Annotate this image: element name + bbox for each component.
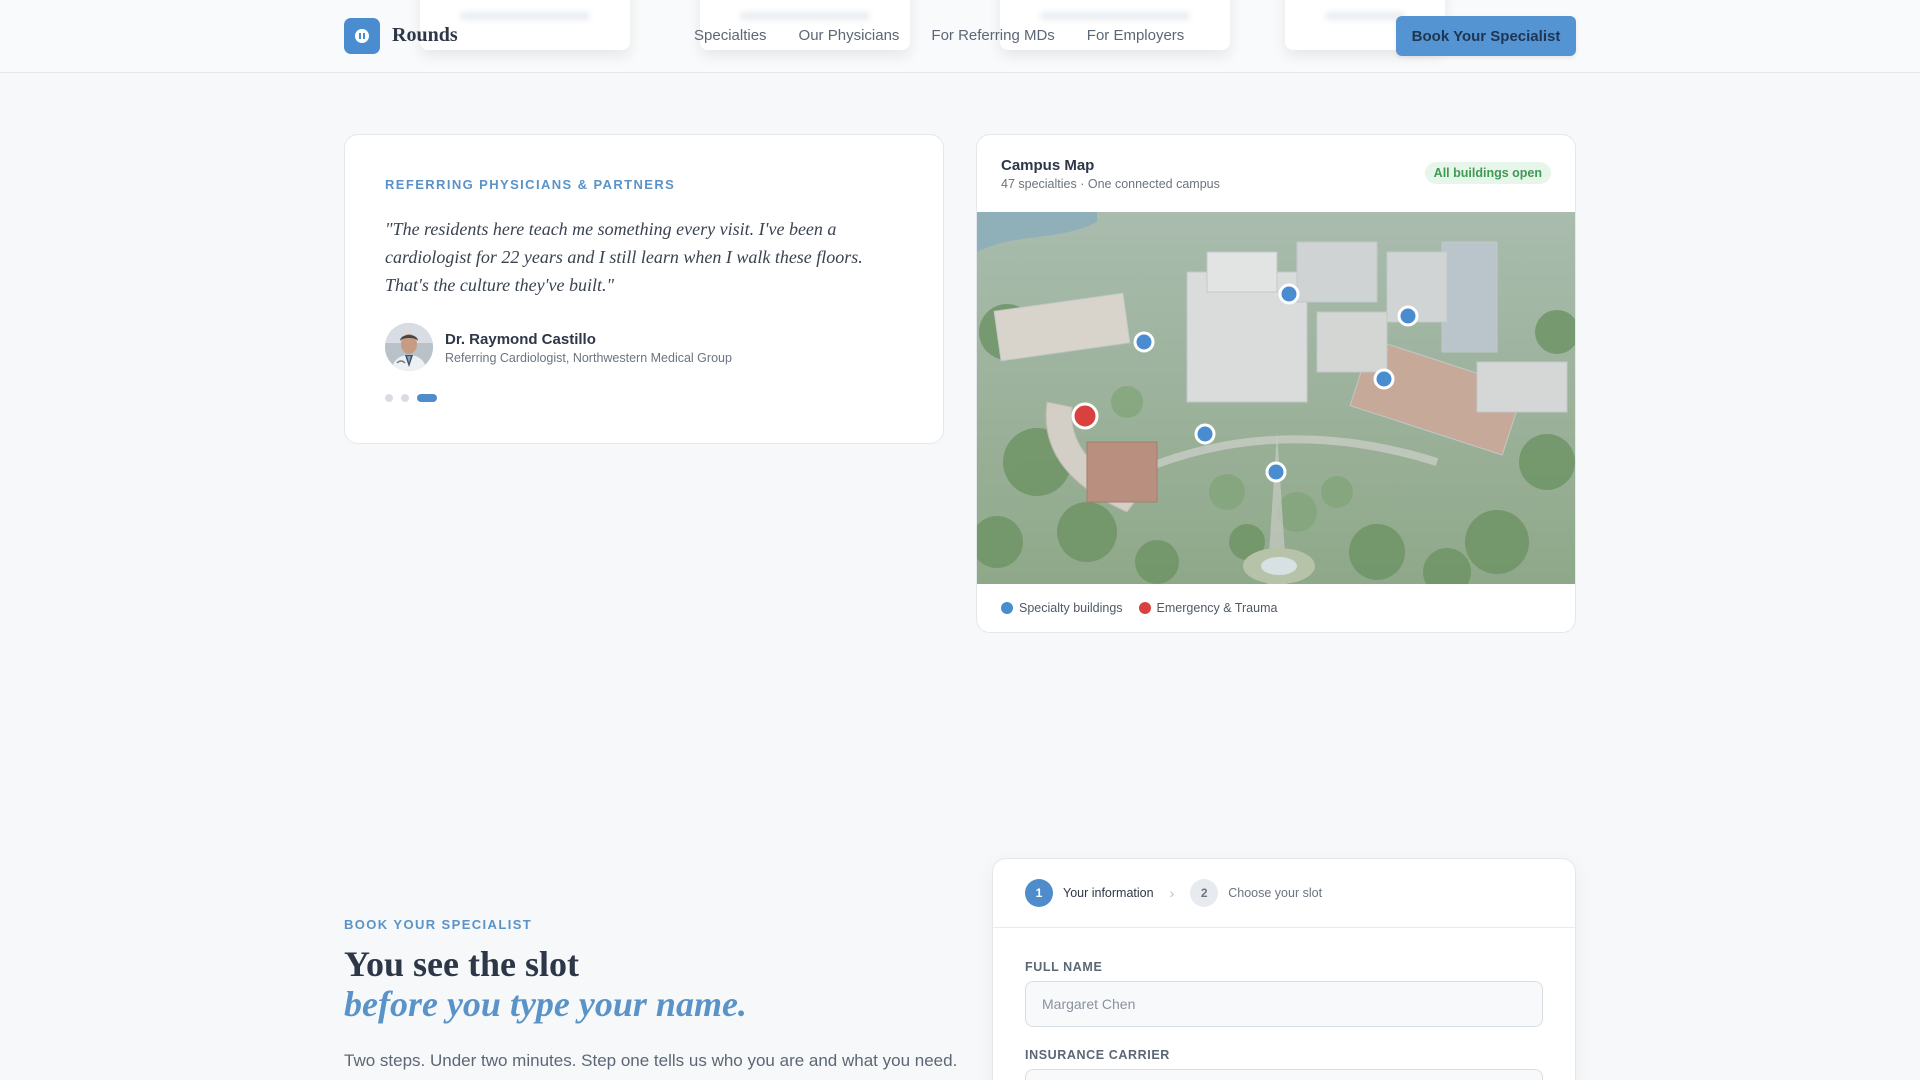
booking-form-card: 1 Your information › 2 Choose your slot … xyxy=(992,858,1576,1080)
book-specialist-button[interactable]: Book Your Specialist xyxy=(1396,16,1576,56)
booking-steps: 1 Your information › 2 Choose your slot xyxy=(1025,879,1322,907)
author-role: Referring Cardiologist, Northwestern Med… xyxy=(445,351,732,365)
emergency-trauma-pin[interactable] xyxy=(1071,402,1099,430)
map-legend: Specialty buildings Emergency & Trauma xyxy=(1001,601,1277,615)
campus-aerial-map[interactable] xyxy=(977,212,1575,584)
legend-label: Specialty buildings xyxy=(1019,601,1123,615)
chevron-right-icon: › xyxy=(1169,885,1175,901)
specialty-building-pin[interactable] xyxy=(1133,331,1155,353)
physician-photo xyxy=(385,323,433,371)
legend-specialty: Specialty buildings xyxy=(1001,601,1123,615)
carousel-dot[interactable] xyxy=(385,394,393,402)
step-1-label[interactable]: Your information xyxy=(1063,886,1154,900)
booking-headline-emphasis: before you type your name. xyxy=(344,984,747,1024)
campus-map-card: Campus Map 47 specialties · One connecte… xyxy=(976,134,1576,633)
specialty-building-pin[interactable] xyxy=(1397,305,1419,327)
map-title: Campus Map xyxy=(1001,157,1095,174)
legend-emergency: Emergency & Trauma xyxy=(1138,601,1278,615)
legend-label: Emergency & Trauma xyxy=(1156,601,1278,615)
full-name-label: FULL NAME xyxy=(1025,960,1103,974)
nav-employers[interactable]: For Employers xyxy=(1087,27,1185,44)
booking-eyebrow: BOOK YOUR SPECIALIST xyxy=(344,917,533,932)
nav-specialties[interactable]: Specialties xyxy=(694,27,767,44)
testimonial-eyebrow: REFERRING PHYSICIANS & PARTNERS xyxy=(385,177,676,192)
carousel-dot[interactable] xyxy=(401,394,409,402)
main-nav: Specialties Our Physicians For Referring… xyxy=(694,27,1184,44)
specialty-building-pin[interactable] xyxy=(1278,283,1300,305)
legend-dot-red xyxy=(1138,602,1151,614)
status-badge: All buildings open xyxy=(1424,162,1551,184)
step-2-label[interactable]: Choose your slot xyxy=(1228,886,1322,900)
testimonial-quote: "The residents here teach me something e… xyxy=(385,219,863,295)
avatar xyxy=(385,323,433,371)
carousel-dots xyxy=(385,394,437,402)
logo-icon[interactable] xyxy=(344,18,380,54)
full-name-input[interactable] xyxy=(1025,981,1543,1027)
booking-description: Two steps. Under two minutes. Step one t… xyxy=(344,1051,958,1070)
author-name: Dr. Raymond Castillo xyxy=(445,331,596,348)
nav-our-physicians[interactable]: Our Physicians xyxy=(799,27,900,44)
step-1-number[interactable]: 1 xyxy=(1025,879,1053,907)
testimonial-card: REFERRING PHYSICIANS & PARTNERS "The res… xyxy=(344,134,944,444)
brand-name[interactable]: Rounds xyxy=(392,24,458,47)
insurance-carrier-label: INSURANCE CARRIER xyxy=(1025,1048,1170,1062)
step-2-number[interactable]: 2 xyxy=(1190,879,1219,907)
nav-referring-mds[interactable]: For Referring MDs xyxy=(931,27,1054,44)
carousel-dot-active[interactable] xyxy=(417,394,437,402)
site-header: Rounds Specialties Our Physicians For Re… xyxy=(0,0,1920,73)
specialty-building-pin[interactable] xyxy=(1265,461,1287,483)
form-divider xyxy=(993,927,1575,928)
insurance-carrier-select[interactable] xyxy=(1025,1069,1543,1080)
legend-dot-blue xyxy=(1001,602,1013,614)
map-subtitle: 47 specialties · One connected campus xyxy=(1001,177,1220,191)
campus-aerial-image xyxy=(977,212,1575,584)
booking-headline: You see the slot xyxy=(344,944,579,984)
specialty-building-pin[interactable] xyxy=(1373,368,1395,390)
specialty-building-pin[interactable] xyxy=(1194,423,1216,445)
